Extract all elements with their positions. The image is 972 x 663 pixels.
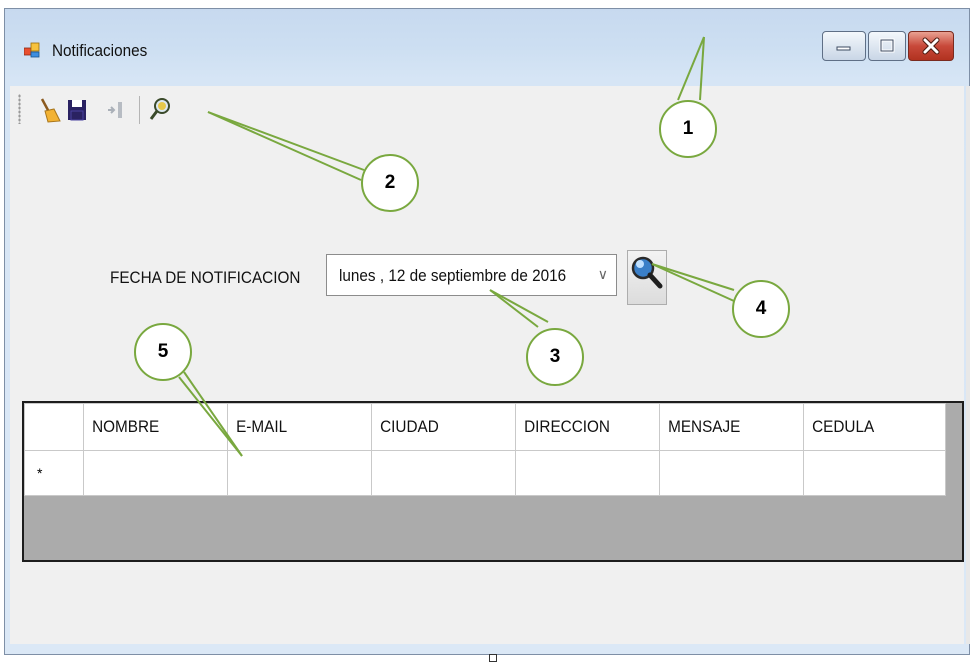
callout-marker: 2	[361, 154, 419, 212]
callout-marker: 1	[659, 100, 717, 158]
callout-marker: 4	[732, 280, 790, 338]
callout-marker: 5	[134, 323, 192, 381]
callout-marker: 3	[526, 328, 584, 386]
